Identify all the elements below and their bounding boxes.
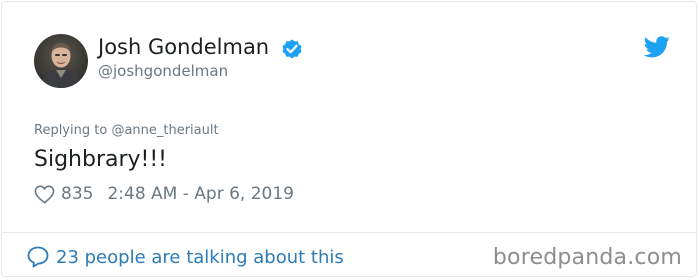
- tweet-timestamp[interactable]: 2:48 AM - Apr 6, 2019: [107, 184, 294, 204]
- replying-prefix: Replying to: [34, 123, 108, 138]
- verified-badge-icon: [280, 37, 304, 61]
- author-handle[interactable]: @joshgondelman: [98, 62, 228, 80]
- talking-about-link[interactable]: 23 people are talking about this: [26, 244, 344, 270]
- talking-label: 23 people are talking about this: [56, 246, 344, 268]
- heart-icon[interactable]: [34, 185, 55, 204]
- author-display-name[interactable]: Josh Gondelman: [98, 34, 269, 60]
- tweet-card: Josh Gondelman @joshgondelman Replying t…: [1, 1, 697, 277]
- tweet-text: Sighbrary!!!: [34, 147, 167, 172]
- twitter-bird-icon[interactable]: [643, 36, 670, 58]
- avatar[interactable]: [34, 34, 88, 88]
- tweet-meta: 835 2:48 AM - Apr 6, 2019: [34, 182, 294, 206]
- watermark: boredpanda.com: [492, 245, 682, 270]
- divider: [2, 232, 696, 233]
- like-count[interactable]: 835: [61, 184, 93, 204]
- replying-to-handle[interactable]: @anne_theriault: [111, 123, 218, 138]
- replying-to-line: Replying to @anne_theriault: [34, 123, 219, 139]
- speech-bubble-icon: [26, 245, 50, 269]
